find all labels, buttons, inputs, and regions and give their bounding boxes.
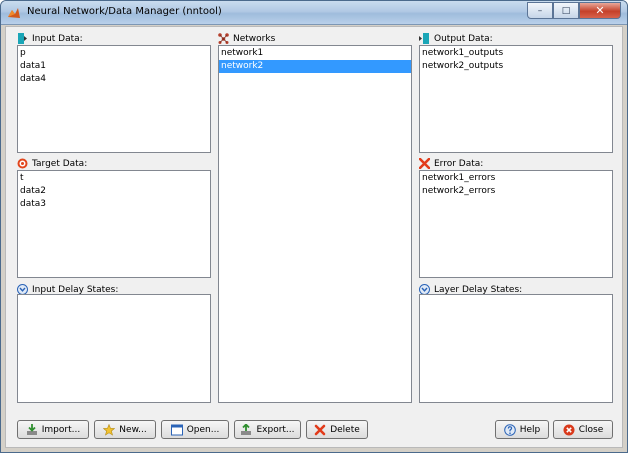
open-button-label: Open... [186, 424, 220, 435]
close-window-button[interactable]: ✕ [579, 2, 621, 19]
output-data-label: Output Data: [434, 33, 493, 44]
import-button-label: Import... [41, 424, 81, 435]
help-icon [503, 423, 516, 436]
import-arrow-icon [26, 423, 37, 435]
window-title: Neural Network/Data Manager (nntool) [27, 6, 222, 17]
close-button[interactable]: Close [553, 420, 613, 439]
matlab-app-icon [8, 8, 20, 18]
list-item[interactable]: network1 [219, 47, 411, 60]
target-data-label: Target Data: [32, 158, 88, 169]
list-item[interactable]: network2_errors [420, 185, 612, 198]
new-button[interactable]: New... [94, 420, 156, 439]
target-data-list[interactable]: t data2 data3 [17, 170, 211, 278]
input-data-label-row: Input Data: [17, 32, 83, 45]
networks-label: Networks [233, 33, 276, 44]
input-data-label: Input Data: [32, 33, 83, 44]
client-area: Input Data: p data1 data4 Target Data: t da… [5, 26, 623, 448]
help-button-label: Help [519, 424, 541, 435]
close-button-label: Close [578, 424, 604, 435]
red-x-icon [314, 424, 326, 435]
list-item[interactable]: network2 [219, 60, 411, 73]
input-delay-label: Input Delay States: [32, 284, 119, 295]
star-icon [103, 423, 116, 436]
import-button[interactable]: Import... [17, 420, 89, 439]
delete-button[interactable]: Delete [306, 420, 368, 439]
layer-delay-label: Layer Delay States: [434, 284, 523, 295]
input-delay-states-list[interactable] [17, 294, 211, 403]
error-data-list[interactable]: network1_errors network2_errors [419, 170, 613, 278]
target-icon [17, 158, 28, 169]
list-item[interactable]: data4 [18, 73, 210, 86]
new-button-label: New... [119, 424, 147, 435]
error-data-label: Error Data: [434, 158, 484, 169]
maximize-button[interactable]: □ [553, 2, 579, 19]
target-data-label-row: Target Data: [17, 157, 87, 170]
networks-label-row: Networks [218, 32, 275, 45]
list-item[interactable]: network1_outputs [420, 47, 612, 60]
list-item[interactable]: data3 [18, 198, 210, 211]
export-button-label: Export... [256, 424, 295, 435]
delete-button-label: Delete [330, 424, 360, 435]
output-data-icon [419, 33, 429, 44]
export-button[interactable]: Export... [234, 420, 301, 439]
output-data-list[interactable]: network1_outputs network2_outputs [419, 45, 613, 153]
list-item[interactable]: data2 [18, 185, 210, 198]
list-item[interactable]: network1_errors [420, 172, 612, 185]
error-data-label-row: Error Data: [419, 157, 483, 170]
output-data-label-row: Output Data: [419, 32, 493, 45]
title-bar[interactable]: Neural Network/Data Manager (nntool) – □… [1, 1, 627, 25]
open-button[interactable]: Open... [161, 420, 229, 439]
list-item[interactable]: data1 [18, 60, 210, 73]
window-icon [170, 424, 183, 435]
nntool-window: Neural Network/Data Manager (nntool) – □… [0, 0, 628, 453]
layer-delay-states-list[interactable] [419, 294, 613, 403]
close-circle-icon [563, 424, 575, 435]
networks-list[interactable]: network1 network2 [218, 45, 412, 403]
network-icon [218, 33, 229, 44]
list-item[interactable]: t [18, 172, 210, 185]
export-arrow-icon [241, 423, 252, 435]
help-button[interactable]: Help [495, 420, 549, 439]
input-data-icon [18, 33, 27, 44]
list-item[interactable]: network2_outputs [420, 60, 612, 73]
window-controls: – □ ✕ [527, 2, 621, 19]
input-data-list[interactable]: p data1 data4 [17, 45, 211, 153]
minimize-button[interactable]: – [527, 2, 553, 19]
error-x-icon [419, 158, 430, 169]
list-item[interactable]: p [18, 47, 210, 60]
